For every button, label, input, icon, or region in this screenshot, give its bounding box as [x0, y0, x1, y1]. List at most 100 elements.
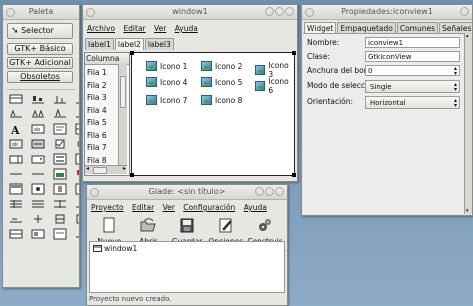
close-icon[interactable]: [275, 187, 284, 196]
icon-item[interactable]: Icono 6: [255, 77, 294, 95]
window-menu-icon[interactable]: [90, 188, 99, 197]
menu-archivo[interactable]: Archivo: [87, 24, 115, 33]
selection-handle[interactable]: [292, 51, 296, 55]
scroll-thumb[interactable]: [120, 76, 126, 108]
progress-widget-icon[interactable]: [31, 168, 45, 180]
tab-label1[interactable]: label1: [85, 38, 114, 50]
selection-mode-combo[interactable]: Single ▴ ▾: [365, 80, 460, 93]
project-tree[interactable]: window1: [89, 241, 285, 293]
icon-item[interactable]: Icono 2: [201, 61, 242, 71]
icon-item[interactable]: Icono 4: [146, 77, 187, 87]
frame-widget-icon[interactable]: [9, 168, 23, 180]
hscroll-thumb[interactable]: [93, 167, 107, 174]
expander-widget-icon[interactable]: [53, 228, 67, 240]
spin-arrows-icon[interactable]: ▴ ▾: [453, 66, 458, 77]
window-menu-icon[interactable]: [86, 8, 95, 17]
scroll-up-icon[interactable]: ▴: [466, 33, 469, 39]
file-chooser-widget-icon[interactable]: [75, 183, 80, 195]
group-gtk-additional-button[interactable]: GTK+ Adicional: [7, 57, 73, 69]
toggle-button-widget-icon[interactable]: [31, 138, 45, 150]
selection-handle[interactable]: [130, 51, 134, 55]
paned-widget-icon[interactable]: [75, 198, 80, 210]
orientation-combo[interactable]: Horizontal ▴ ▾: [365, 96, 460, 109]
combo-box-widget-icon[interactable]: [31, 153, 45, 165]
hseparator-widget-icon[interactable]: [75, 108, 80, 120]
menu-ver[interactable]: Ver: [154, 24, 166, 33]
handlebox-widget-icon[interactable]: [53, 93, 67, 105]
scroll-right-icon[interactable]: ▸: [123, 165, 126, 172]
treeview-hscrollbar[interactable]: ◂ ▸: [85, 165, 127, 174]
scrollbar-widget-icon[interactable]: [53, 183, 67, 195]
menu-ayuda[interactable]: Ayuda: [175, 24, 198, 33]
toolbar-widget-icon[interactable]: [31, 93, 45, 105]
accel-label-widget-icon[interactable]: [31, 108, 45, 120]
window1-titlebar[interactable]: window1: [83, 5, 297, 20]
group-obsolete-button[interactable]: Obsoletos: [7, 71, 73, 83]
drawing-area-widget-icon[interactable]: [31, 183, 45, 195]
minimize-icon[interactable]: [460, 7, 469, 16]
vbox-layout-widget-icon[interactable]: [31, 198, 45, 210]
menubar-widget-icon[interactable]: [9, 93, 23, 105]
grid-layout-widget-icon[interactable]: [53, 198, 67, 210]
maximize-icon[interactable]: [275, 7, 284, 16]
font-widget-icon[interactable]: [53, 108, 67, 120]
name-field[interactable]: iconview1: [365, 37, 460, 48]
entry-widget-icon[interactable]: ab: [31, 123, 45, 135]
checkbox-widget-icon[interactable]: [53, 138, 67, 150]
text-label-widget-icon[interactable]: [9, 108, 23, 120]
selector-button[interactable]: ➘ Selector: [7, 23, 73, 39]
close-icon[interactable]: [285, 7, 294, 16]
group-gtk-basic-button[interactable]: GTK+ Básico: [7, 43, 73, 55]
button-widget-icon[interactable]: ok: [9, 138, 23, 150]
label-widget-icon[interactable]: A: [9, 123, 23, 135]
menu-configuracion[interactable]: Configuración: [183, 203, 235, 212]
icon-item[interactable]: Icono 1: [146, 61, 187, 71]
menu-ayuda[interactable]: Ayuda: [244, 203, 267, 212]
icon-item[interactable]: Icono 7: [146, 95, 187, 105]
eventbox-widget-icon[interactable]: [75, 213, 80, 225]
tab-label2[interactable]: label2: [114, 38, 144, 50]
radio-button-widget-icon[interactable]: [75, 138, 80, 150]
treeview-widget-icon[interactable]: [75, 153, 80, 165]
alignment-widget-icon[interactable]: [31, 213, 45, 225]
selection-handle[interactable]: [130, 173, 134, 177]
color-widget-icon[interactable]: [75, 168, 80, 180]
menu-editar[interactable]: Editar: [123, 24, 145, 33]
hbox-widget-icon[interactable]: [75, 93, 80, 105]
hbox-layout-widget-icon[interactable]: [9, 198, 23, 210]
minimize-icon[interactable]: [265, 7, 274, 16]
spin-button-widget-icon[interactable]: [9, 153, 23, 165]
properties-titlebar[interactable]: Propiedades:iconview1: [302, 5, 472, 20]
treeview-vscrollbar[interactable]: [118, 64, 127, 165]
icon-item[interactable]: Icono 5: [201, 77, 242, 87]
menu-ver[interactable]: Ver: [163, 203, 175, 212]
viewport-widget-icon[interactable]: [31, 228, 45, 240]
glade-titlebar[interactable]: Glade: <sin título>: [87, 185, 287, 200]
scroll-down-icon[interactable]: ▾: [466, 208, 469, 214]
window-menu-icon[interactable]: [305, 8, 314, 17]
layout-widget-icon[interactable]: [9, 228, 23, 240]
option-menu-widget-icon[interactable]: [53, 153, 67, 165]
menu-editar[interactable]: Editar: [132, 203, 154, 212]
properties-vscrollbar[interactable]: ▴ ▾: [464, 33, 472, 214]
fixed-widget-icon[interactable]: [53, 213, 67, 225]
icon-item[interactable]: Icono 8: [201, 95, 242, 105]
textview-widget-icon[interactable]: [53, 123, 67, 135]
tree-item[interactable]: window1: [90, 242, 284, 255]
palette-titlebar[interactable]: Paleta: [3, 5, 79, 20]
iconview[interactable]: Icono 1 Icono 2 Icono 3 Icono 4 Icono 5 …: [130, 51, 296, 177]
tab-label3[interactable]: label3: [144, 38, 174, 50]
border-width-spin[interactable]: 0 ▴ ▾: [365, 65, 460, 77]
scroll-left-icon[interactable]: ◂: [86, 165, 89, 172]
minimize-icon[interactable]: [255, 187, 264, 196]
maximize-icon[interactable]: [265, 187, 274, 196]
notebook-widget-icon[interactable]: [9, 213, 23, 225]
image-widget-icon[interactable]: [53, 168, 67, 180]
window-menu-icon[interactable]: [6, 8, 15, 17]
calendar-widget-icon[interactable]: [9, 183, 23, 195]
selection-handle[interactable]: [292, 173, 296, 177]
group-gtk-additional-label: GTK+ Adicional: [9, 58, 71, 67]
table-widget-icon[interactable]: [75, 123, 80, 135]
statusbar-widget-icon[interactable]: [75, 228, 80, 240]
menu-proyecto[interactable]: Proyecto: [91, 203, 124, 212]
